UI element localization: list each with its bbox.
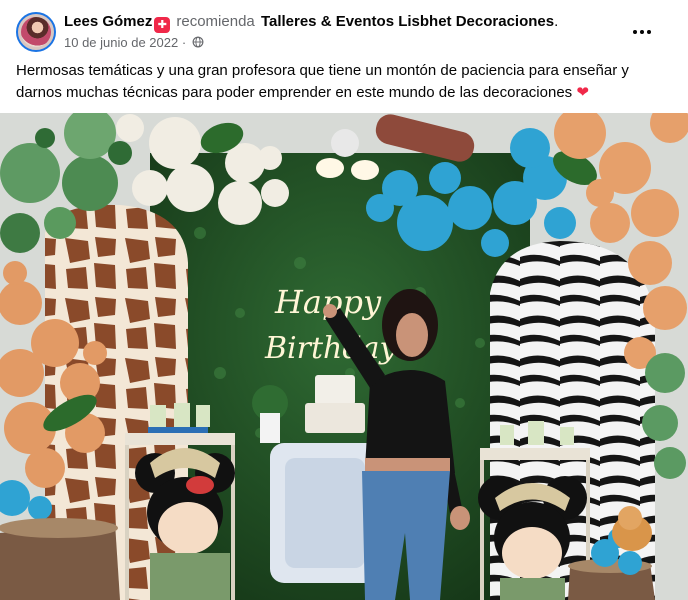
neon-birthday: Birthday — [264, 331, 397, 366]
date-separator: · — [181, 35, 187, 50]
author-name[interactable]: Lees Gómez — [64, 13, 152, 30]
post-text: Hermosas temáticas y una gran profesora … — [16, 60, 656, 104]
post-title-line: Lees Gómez ✚ recomienda Talleres & Eventos… — [64, 12, 558, 33]
post-meta: Lees Gómez ✚ recomienda Talleres & Eventos… — [64, 12, 558, 52]
title-end-punct: . — [554, 13, 559, 30]
recommends-label: recomienda — [176, 13, 255, 30]
more-options-icon[interactable] — [626, 16, 658, 48]
page-name-link[interactable]: Talleres & Eventos Lisbhet Decoraciones — [261, 13, 554, 30]
post-text-content: Hermosas temáticas y una gran profesora … — [16, 62, 629, 101]
avatar[interactable] — [16, 12, 56, 52]
facebook-post: Lees Gómez ✚ recomienda Talleres & Eventos… — [0, 0, 688, 600]
post-photo[interactable]: Happy Birthday — [0, 113, 688, 600]
photo-illustration: Happy Birthday — [0, 113, 688, 600]
globe-icon[interactable] — [192, 36, 204, 48]
recommend-badge-icon: ✚ — [154, 17, 171, 33]
post-header: Lees Gómez ✚ recomienda Talleres & Eventos… — [16, 12, 672, 52]
heart-emoji: ❤ — [576, 84, 589, 101]
post-date[interactable]: 10 de junio de 2022 — [64, 35, 178, 50]
post-subtitle-line: 10 de junio de 2022 · — [64, 34, 558, 52]
avatar-image — [21, 17, 51, 47]
